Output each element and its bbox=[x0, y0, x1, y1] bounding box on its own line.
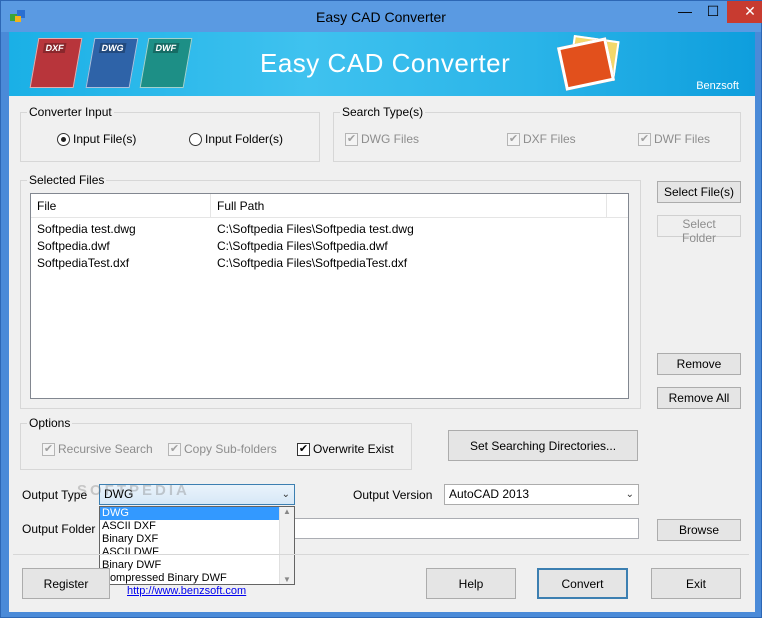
file-path-cell: C:\Softpedia Files\Softpedia.dwf bbox=[217, 239, 388, 253]
overwrite-exist-label: Overwrite Exist bbox=[313, 442, 394, 456]
dwg-files-checkbox[interactable]: ✔ DWG Files bbox=[345, 132, 419, 146]
overwrite-exist-checkbox[interactable]: ✔ Overwrite Exist bbox=[297, 442, 394, 456]
output-version-label: Output Version bbox=[353, 488, 433, 502]
chevron-down-icon: ⌄ bbox=[625, 489, 634, 500]
softpedia-watermark: SOFTPEDIA bbox=[77, 482, 190, 499]
browse-button[interactable]: Browse bbox=[657, 519, 741, 541]
output-version-value: AutoCAD 2013 bbox=[449, 487, 530, 501]
header-banner: DXF DWG DWF Easy CAD Converter Benzsoft bbox=[9, 32, 755, 96]
maximize-button[interactable]: ☐ bbox=[699, 1, 727, 23]
dwf-files-checkbox[interactable]: ✔ DWF Files bbox=[638, 132, 710, 146]
dwg-file-icon: DWG bbox=[85, 38, 139, 88]
file-name-cell: Softpedia test.dwg bbox=[37, 222, 136, 236]
dxf-file-icon-label: DXF bbox=[42, 43, 67, 53]
dwf-file-icon-label: DWF bbox=[152, 43, 180, 53]
radio-checked-icon bbox=[57, 132, 70, 146]
converter-input-group: Converter Input Input File(s) Input Fold… bbox=[20, 105, 320, 162]
selected-files-legend: Selected Files bbox=[27, 173, 107, 187]
copy-subfolders-checkbox[interactable]: ✔ Copy Sub-folders bbox=[168, 442, 277, 456]
radio-unchecked-icon bbox=[189, 132, 202, 146]
dropdown-option[interactable]: ASCII DWF bbox=[100, 546, 294, 559]
dxf-files-label: DXF Files bbox=[523, 132, 576, 146]
checkbox-checked-icon: ✔ bbox=[168, 442, 181, 456]
picture-icon bbox=[556, 37, 616, 91]
output-folder-label: Output Folder bbox=[22, 522, 96, 536]
file-name-cell: Softpedia.dwf bbox=[37, 239, 110, 253]
website-link[interactable]: http://www.benzsoft.com bbox=[127, 585, 246, 597]
client-area: DXF DWG DWF Easy CAD Converter Benzsoft … bbox=[9, 32, 755, 612]
window-title: Easy CAD Converter bbox=[316, 9, 446, 25]
checkbox-checked-icon: ✔ bbox=[507, 132, 520, 146]
list-header: File Full Path bbox=[31, 194, 628, 218]
recursive-search-checkbox[interactable]: ✔ Recursive Search bbox=[42, 442, 153, 456]
file-path-cell: C:\Softpedia Files\Softpedia test.dwg bbox=[217, 222, 414, 236]
app-window: Easy CAD Converter — ☐ ✕ DXF DWG DWF Eas… bbox=[0, 0, 762, 618]
set-searching-directories-button[interactable]: Set Searching Directories... bbox=[448, 430, 638, 461]
dwf-file-icon: DWF bbox=[139, 38, 193, 88]
banner-title: Easy CAD Converter bbox=[260, 48, 511, 78]
options-group: Options ✔ Recursive Search ✔ Copy Sub-fo… bbox=[20, 416, 412, 470]
dropdown-option[interactable]: Binary DWF bbox=[100, 559, 294, 572]
dropdown-option[interactable]: Binary DXF bbox=[100, 533, 294, 546]
remove-button[interactable]: Remove bbox=[657, 353, 741, 375]
company-name: Benzsoft bbox=[696, 80, 739, 92]
title-bar[interactable]: Easy CAD Converter — ☐ ✕ bbox=[1, 1, 762, 32]
search-types-legend: Search Type(s) bbox=[340, 105, 426, 119]
dropdown-option[interactable]: Compressed Binary DWF bbox=[100, 572, 294, 584]
options-legend: Options bbox=[27, 416, 73, 430]
select-files-button[interactable]: Select File(s) bbox=[657, 181, 741, 203]
remove-all-button[interactable]: Remove All bbox=[657, 387, 741, 409]
input-folders-label: Input Folder(s) bbox=[205, 132, 284, 146]
dropdown-option[interactable]: ASCII DXF bbox=[100, 520, 294, 533]
input-folders-radio[interactable]: Input Folder(s) bbox=[189, 132, 283, 146]
convert-button[interactable]: Convert bbox=[537, 568, 628, 599]
output-version-select[interactable]: AutoCAD 2013 ⌄ bbox=[444, 484, 639, 505]
dwg-file-icon-label: DWG bbox=[98, 43, 127, 53]
dxf-files-checkbox[interactable]: ✔ DXF Files bbox=[507, 132, 576, 146]
list-item[interactable]: SoftpediaTest.dxf C:\Softpedia Files\Sof… bbox=[31, 255, 628, 272]
list-item[interactable]: Softpedia test.dwg C:\Softpedia Files\So… bbox=[31, 221, 628, 238]
bottom-separator bbox=[13, 554, 749, 555]
scroll-up-icon[interactable]: ▲ bbox=[280, 507, 294, 516]
minimize-button[interactable]: — bbox=[671, 1, 699, 23]
checkbox-checked-icon: ✔ bbox=[42, 442, 55, 456]
converter-input-legend: Converter Input bbox=[27, 105, 114, 119]
checkbox-checked-icon: ✔ bbox=[638, 132, 651, 146]
dropdown-option[interactable]: DWG bbox=[100, 507, 294, 520]
output-type-dropdown[interactable]: DWG ASCII DXF Binary DXF ASCII DWF Binar… bbox=[99, 506, 295, 585]
dxf-file-icon: DXF bbox=[29, 38, 83, 88]
column-header-full-path[interactable]: Full Path bbox=[211, 194, 607, 218]
dwf-files-label: DWF Files bbox=[654, 132, 710, 146]
input-files-label: Input File(s) bbox=[73, 132, 137, 146]
list-item[interactable]: Softpedia.dwf C:\Softpedia Files\Softped… bbox=[31, 238, 628, 255]
checkbox-checked-icon: ✔ bbox=[345, 132, 358, 146]
dropdown-scrollbar[interactable]: ▲ ▼ bbox=[279, 507, 294, 584]
selected-files-list[interactable]: File Full Path Softpedia test.dwg C:\Sof… bbox=[30, 193, 629, 399]
select-folder-button[interactable]: Select Folder bbox=[657, 215, 741, 245]
file-path-cell: C:\Softpedia Files\SoftpediaTest.dxf bbox=[217, 256, 408, 270]
search-types-group: Search Type(s) ✔ DWG Files ✔ DXF Files ✔… bbox=[333, 105, 741, 162]
help-button[interactable]: Help bbox=[426, 568, 516, 599]
dwg-files-label: DWG Files bbox=[361, 132, 419, 146]
close-button[interactable]: ✕ bbox=[727, 1, 762, 23]
recursive-search-label: Recursive Search bbox=[58, 442, 153, 456]
register-button[interactable]: Register bbox=[22, 568, 110, 599]
column-header-file[interactable]: File bbox=[31, 194, 211, 218]
exit-button[interactable]: Exit bbox=[651, 568, 741, 599]
checkbox-checked-icon: ✔ bbox=[297, 442, 310, 456]
chevron-down-icon: ⌄ bbox=[281, 489, 290, 500]
copy-subfolders-label: Copy Sub-folders bbox=[184, 442, 277, 456]
input-files-radio[interactable]: Input File(s) bbox=[57, 132, 136, 146]
scroll-down-icon[interactable]: ▼ bbox=[280, 575, 294, 584]
file-name-cell: SoftpediaTest.dxf bbox=[37, 256, 130, 270]
